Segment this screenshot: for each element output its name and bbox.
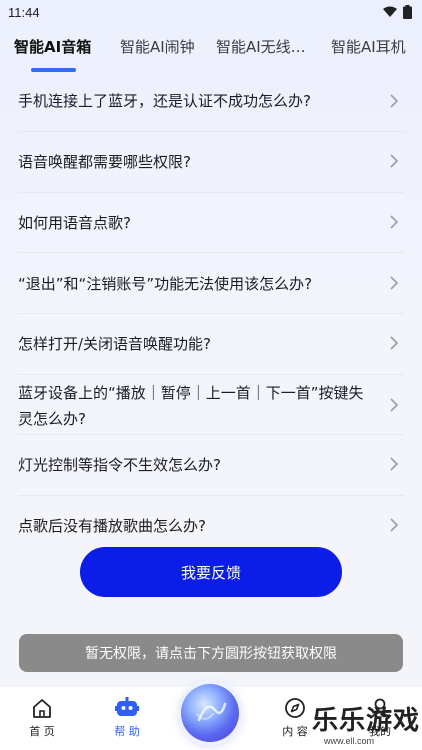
chevron-right-icon [390,276,399,290]
faq-question: 怎样打开/关闭语音唤醒功能? [18,335,212,353]
tab-ai-alarm-clock[interactable]: 智能AI闹钟 [120,36,195,57]
tab-ai-speaker[interactable]: 智能AI音箱 [14,36,91,57]
home-icon [33,699,51,718]
nav-home-label: 首 页 [29,725,55,738]
nav-help[interactable]: 帮 助 [97,697,157,739]
chevron-right-icon [390,336,399,350]
chevron-right-icon [390,518,399,532]
watermark-title: 乐乐游戏 [312,706,421,736]
category-tabs: 智能AI音箱 智能AI闹钟 智能AI无线… 智能AI耳机 [0,30,422,74]
faq-item[interactable]: “退出”和“注销账号”功能无法使用该怎么办? [0,253,422,314]
ai-voice-orb-button[interactable] [181,684,239,742]
faq-item[interactable]: 语音唤醒都需要哪些权限? [0,132,422,193]
nav-help-label: 帮 助 [114,725,140,738]
faq-item[interactable]: 蓝牙设备上的“播放｜暂停｜上一首｜下一首”按键失灵怎么办? [0,375,422,435]
faq-question: 手机连接上了蓝牙，还是认证不成功怎么办? [18,92,311,110]
status-time: 11:44 [8,4,40,20]
status-bar: 11:44 [0,0,422,24]
feedback-button[interactable]: 我要反馈 [80,547,342,597]
tab-ai-wireless[interactable]: 智能AI无线… [216,36,306,57]
nav-home[interactable]: 首 页 [12,697,72,739]
chevron-right-icon [390,215,399,229]
watermark-url: www.ell.com [324,736,375,746]
faq-item[interactable]: 怎样打开/关闭语音唤醒功能? [0,314,422,375]
watermark: 乐乐游戏 www.ell.com [300,700,422,750]
faq-item[interactable]: 手机连接上了蓝牙，还是认证不成功怎么办? [0,72,422,132]
chevron-right-icon [390,94,399,108]
faq-question: 点歌后没有播放歌曲怎么办? [18,517,206,535]
faq-item[interactable]: 如何用语音点歌? [0,193,422,253]
voice-wave-icon [196,702,227,722]
permission-notice[interactable]: 暂无权限，请点击下方圆形按钮获取权限 [19,634,403,672]
faq-question: 语音唤醒都需要哪些权限? [18,153,191,171]
chevron-right-icon [390,154,399,168]
robot-icon [115,697,139,716]
faq-question: 灯光控制等指令不生效怎么办? [18,456,221,474]
wifi-icon [383,6,397,17]
faq-question: 蓝牙设备上的“播放｜暂停｜上一首｜下一首”按键失灵怎么办? [18,384,364,428]
faq-question: “退出”和“注销账号”功能无法使用该怎么办? [18,275,313,293]
faq-item[interactable]: 点歌后没有播放歌曲怎么办? [0,496,422,552]
tab-ai-earphones[interactable]: 智能AI耳机 [331,36,406,57]
status-icons [383,5,412,19]
chevron-right-icon [390,398,399,412]
faq-question: 如何用语音点歌? [18,214,131,232]
battery-icon [403,5,412,19]
chevron-right-icon [390,457,399,471]
faq-item[interactable]: 灯光控制等指令不生效怎么办? [0,435,422,496]
